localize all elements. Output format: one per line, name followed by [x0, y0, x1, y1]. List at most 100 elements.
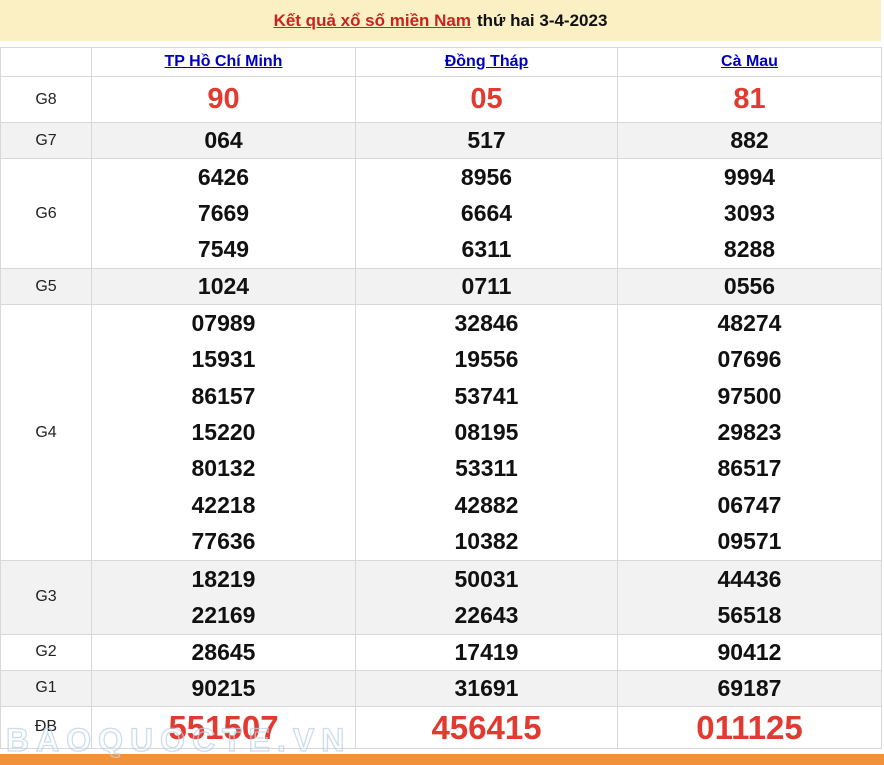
result-number: 9994	[723, 163, 776, 190]
page-header: Kết quả xổ số miền Nam thứ hai 3-4-2023	[0, 0, 881, 41]
title-link[interactable]: Kết quả xổ số miền Nam	[274, 11, 471, 31]
result-cell: 0556	[617, 268, 882, 306]
result-number: 42218	[191, 491, 256, 518]
result-number: 90215	[191, 674, 256, 701]
result-number: 17419	[454, 638, 519, 665]
result-number: 18219	[191, 565, 256, 592]
result-number: 05	[470, 83, 503, 115]
result-number: 06747	[717, 491, 782, 518]
result-number: 19556	[454, 346, 519, 373]
result-number: 32846	[454, 309, 519, 336]
result-cell: 69187	[617, 669, 882, 707]
result-number: 10382	[454, 528, 519, 555]
result-number: 8956	[460, 163, 513, 190]
result-number: 456415	[431, 708, 542, 746]
result-cell: 1024	[91, 268, 356, 306]
result-number: 28645	[191, 638, 256, 665]
province-link-camau[interactable]: Cà Mau	[721, 53, 778, 70]
column-header-dongthap: Đồng Tháp	[355, 47, 618, 77]
column-header-camau: Cà Mau	[617, 47, 882, 77]
prize-row-g6: G6 6426 7669 7549 8956 6664 6311 9994 3093 8288	[0, 157, 882, 270]
result-cell: 07989 15931 86157 15220 80132 42218 77636	[91, 304, 356, 561]
prize-label-db: ĐB	[0, 705, 92, 749]
lottery-results-table: TP Hồ Chí Minh Đồng Tháp Cà Mau G8 90 05 81…	[0, 47, 882, 749]
prize-row-db: ĐB 551507 456415 011125	[0, 705, 882, 749]
result-number: 6426	[197, 163, 250, 190]
result-number: 6664	[460, 200, 513, 227]
province-link-tphcm[interactable]: TP Hồ Chí Minh	[165, 53, 283, 70]
prize-row-g7: G7 064 517 882	[0, 122, 882, 159]
column-header-row: TP Hồ Chí Minh Đồng Tháp Cà Mau	[0, 47, 882, 77]
result-cell: 517	[355, 122, 618, 159]
result-cell: 17419	[355, 633, 618, 671]
result-cell: 6426 7669 7549	[91, 157, 356, 270]
result-number: 48274	[717, 309, 782, 336]
result-cell: 90215	[91, 669, 356, 707]
result-number: 3093	[723, 200, 776, 227]
result-number: 064	[204, 127, 243, 153]
result-cell: 90	[91, 76, 356, 123]
results-body: G8 90 05 81 G7 064 517 882 G6 6426 7669 7549 8956 666…	[0, 76, 882, 749]
result-cell: 551507	[91, 705, 356, 749]
result-cell: 31691	[355, 669, 618, 707]
result-number: 08195	[454, 419, 519, 446]
result-number: 86517	[717, 455, 782, 482]
result-cell: 882	[617, 122, 882, 159]
prize-row-g4: G4 07989 15931 86157 15220 80132 42218 77636 328…	[0, 304, 882, 561]
result-number: 15220	[191, 419, 256, 446]
result-number: 86157	[191, 382, 256, 409]
result-number: 69187	[717, 674, 782, 701]
result-number: 22169	[191, 602, 256, 629]
result-number: 31691	[454, 674, 519, 701]
result-cell: 18219 22169	[91, 559, 356, 635]
result-number: 6311	[461, 236, 512, 263]
prize-label-g6: G6	[0, 157, 92, 270]
result-cell: 81	[617, 76, 882, 123]
result-cell: 456415	[355, 705, 618, 749]
result-number: 42882	[454, 491, 519, 518]
result-cell: 28645	[91, 633, 356, 671]
result-cell: 9994 3093 8288	[617, 157, 882, 270]
column-header-tphcm: TP Hồ Chí Minh	[91, 47, 356, 77]
result-number: 90	[207, 83, 240, 115]
result-number: 53311	[455, 455, 518, 482]
result-number: 09571	[717, 528, 782, 555]
result-number: 1024	[197, 273, 250, 300]
result-number: 011125	[696, 708, 803, 746]
result-cell: 8956 6664 6311	[355, 157, 618, 270]
result-number: 551507	[168, 708, 279, 746]
result-number: 50031	[454, 565, 519, 592]
result-cell: 44436 56518	[617, 559, 882, 635]
prize-label-g4: G4	[0, 304, 92, 561]
result-number: 517	[467, 127, 506, 153]
result-number: 15931	[191, 346, 256, 373]
prize-label-g1: G1	[0, 669, 92, 707]
prize-row-g2: G2 28645 17419 90412	[0, 633, 882, 671]
result-cell: 32846 19556 53741 08195 53311 42882 10382	[355, 304, 618, 561]
prize-label-g7: G7	[0, 122, 92, 159]
province-link-dongthap[interactable]: Đồng Tháp	[445, 53, 529, 70]
result-cell: 90412	[617, 633, 882, 671]
result-cell: 064	[91, 122, 356, 159]
result-number: 90412	[717, 638, 782, 665]
result-cell: 50031 22643	[355, 559, 618, 635]
result-cell: 0711	[355, 268, 618, 306]
result-number: 0711	[461, 273, 512, 300]
result-number: 56518	[717, 602, 782, 629]
result-number: 07989	[191, 309, 256, 336]
result-cell: 05	[355, 76, 618, 123]
prize-row-g3: G3 18219 22169 50031 22643 44436 56518	[0, 559, 882, 635]
result-number: 7669	[197, 200, 250, 227]
result-number: 80132	[191, 455, 256, 482]
result-number: 97500	[717, 382, 782, 409]
prize-label-g8: G8	[0, 76, 92, 123]
result-number: 53741	[454, 382, 519, 409]
prize-row-g1: G1 90215 31691 69187	[0, 669, 882, 707]
title-date: thứ hai 3-4-2023	[477, 10, 608, 30]
result-number: 8288	[723, 236, 776, 263]
result-number: 882	[730, 127, 769, 153]
result-number: 44436	[717, 565, 782, 592]
result-number: 77636	[191, 528, 256, 555]
prize-label-g3: G3	[0, 559, 92, 635]
result-number: 22643	[454, 602, 519, 629]
